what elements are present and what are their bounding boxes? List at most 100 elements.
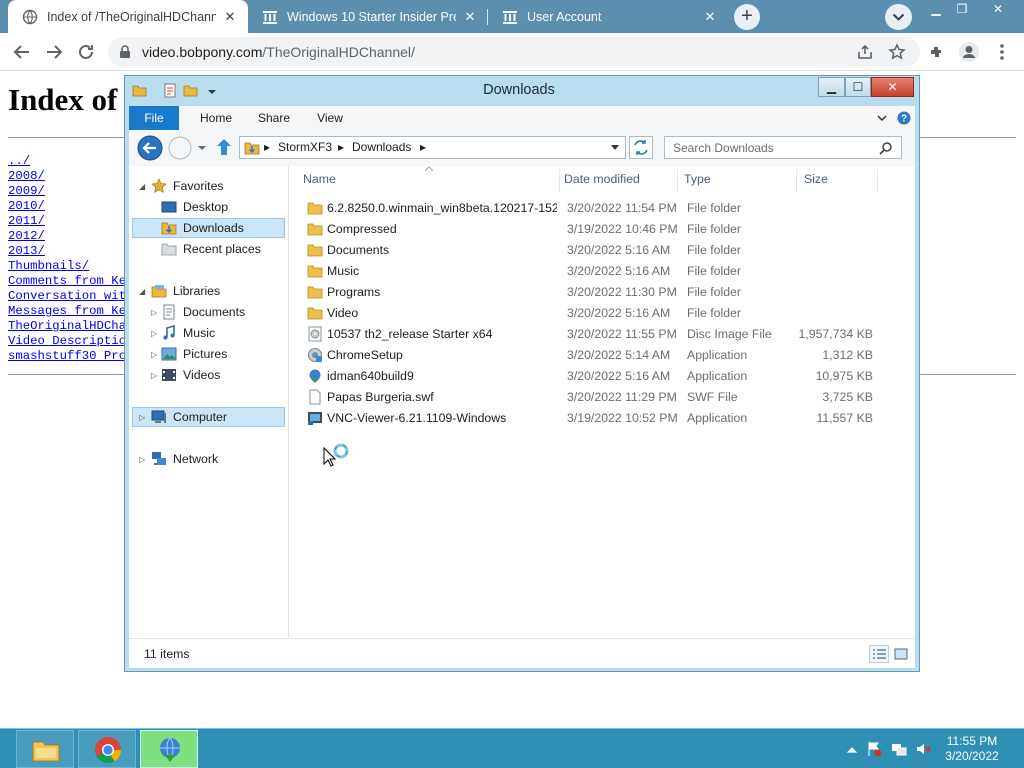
window-close-button[interactable]: ✕: [985, 2, 1011, 18]
tab-view[interactable]: View: [305, 106, 355, 130]
profile-avatar-icon[interactable]: [958, 41, 980, 63]
network-status-icon[interactable]: [891, 741, 907, 757]
file-row[interactable]: Programs 3/20/2022 11:30 PM File folder: [303, 282, 883, 303]
restore-button[interactable]: ❐: [949, 2, 975, 18]
nav-libraries[interactable]: Libraries: [151, 281, 220, 301]
nav-documents[interactable]: Documents: [161, 302, 245, 322]
directory-link[interactable]: 2012/: [8, 229, 133, 244]
tab-index-of[interactable]: Index of /TheOriginalHDChannel ✕: [8, 0, 248, 33]
taskbar-download-manager[interactable]: [140, 730, 198, 768]
up-arrow-icon[interactable]: [215, 137, 233, 157]
directory-link[interactable]: TheOriginalHDChan: [8, 319, 133, 334]
nav-videos[interactable]: Videos: [161, 365, 220, 385]
nav-recent-places[interactable]: Recent places: [161, 239, 261, 259]
reload-icon[interactable]: [75, 41, 97, 63]
taskbar-clock[interactable]: 11:55 PM 3/20/2022: [930, 734, 1014, 764]
show-hidden-icons-icon[interactable]: [844, 742, 860, 758]
file-row[interactable]: Papas Burgeria.swf 3/20/2022 11:29 PM SWF …: [303, 387, 883, 408]
action-center-flag-icon[interactable]: [866, 741, 882, 757]
breadcrumb-stormxf3[interactable]: StormXF3: [278, 140, 332, 154]
close-icon[interactable]: ✕: [222, 9, 238, 25]
directory-link[interactable]: 2013/: [8, 244, 133, 259]
column-header-name[interactable]: Name: [303, 172, 336, 186]
recent-locations-icon[interactable]: [197, 143, 207, 153]
directory-link[interactable]: 2011/: [8, 214, 133, 229]
tab-windows-10-starter[interactable]: Windows 10 Starter Insider Previ ✕: [248, 0, 488, 33]
file-row[interactable]: Documents 3/20/2022 5:16 AM File folder: [303, 240, 883, 261]
forward-button-icon[interactable]: [167, 135, 193, 161]
tab-share[interactable]: Share: [249, 106, 299, 130]
nav-music[interactable]: Music: [161, 323, 215, 343]
volume-muted-icon[interactable]: [915, 741, 931, 757]
collapse-arrow-icon[interactable]: ▷: [151, 350, 161, 360]
nav-network[interactable]: Network: [151, 449, 218, 469]
collapse-arrow-icon[interactable]: ▷: [151, 371, 161, 381]
taskbar-file-explorer[interactable]: [16, 730, 74, 768]
file-row[interactable]: Video 3/20/2022 5:16 AM File folder: [303, 303, 883, 324]
column-divider[interactable]: [796, 169, 797, 193]
directory-link[interactable]: ../: [8, 154, 133, 169]
close-icon[interactable]: ✕: [702, 9, 718, 25]
bookmark-star-icon[interactable]: [888, 43, 906, 61]
collapse-arrow-icon[interactable]: ▷: [139, 413, 149, 423]
nav-desktop[interactable]: Desktop: [161, 197, 228, 217]
chevron-down-icon[interactable]: [610, 144, 620, 152]
close-icon[interactable]: ✕: [462, 9, 478, 25]
new-tab-button[interactable]: +: [734, 4, 760, 30]
column-header-type[interactable]: Type: [684, 172, 711, 186]
help-icon[interactable]: ?: [897, 111, 911, 125]
nav-downloads[interactable]: Downloads: [132, 218, 285, 238]
directory-link[interactable]: Messages from Ke: [8, 304, 133, 319]
chevron-right-icon[interactable]: ▸: [420, 140, 426, 154]
column-header-date[interactable]: Date modified: [564, 172, 640, 186]
directory-link[interactable]: smashstuff30 Prot: [8, 349, 133, 364]
tab-user-account[interactable]: User Account ✕: [488, 0, 728, 33]
back-arrow-icon[interactable]: [11, 41, 33, 63]
minimize-button[interactable]: ▁: [818, 77, 845, 97]
file-row[interactable]: idman640build9 3/20/2022 5:16 AM Applicati…: [303, 366, 883, 387]
maximize-button[interactable]: ☐: [845, 77, 871, 97]
nav-computer[interactable]: Computer: [132, 407, 285, 427]
directory-link[interactable]: Comments from Ke: [8, 274, 133, 289]
collapse-arrow-icon[interactable]: ▷: [139, 455, 149, 465]
details-view-button[interactable]: [869, 645, 889, 663]
refresh-icon[interactable]: [629, 136, 653, 159]
column-divider[interactable]: [559, 169, 560, 193]
chevron-down-icon[interactable]: [875, 111, 889, 125]
tab-home[interactable]: Home: [191, 106, 241, 130]
file-row[interactable]: 10537 th2_release Starter x64 3/20/2022 1…: [303, 324, 883, 345]
directory-link[interactable]: Conversation with: [8, 289, 133, 304]
lock-icon[interactable]: [118, 45, 132, 59]
directory-link[interactable]: Thumbnails/: [8, 259, 133, 274]
close-button[interactable]: ✕: [871, 77, 914, 97]
search-icon[interactable]: [879, 141, 893, 155]
file-row[interactable]: ChromeSetup 3/20/2022 5:14 AM Application 1…: [303, 345, 883, 366]
large-icons-view-button[interactable]: [891, 645, 911, 663]
collapse-arrow-icon[interactable]: ▷: [151, 329, 161, 339]
directory-link[interactable]: 2009/: [8, 184, 133, 199]
address-bar[interactable]: video.bobpony.com/TheOriginalHDChannel/: [108, 37, 920, 67]
tab-search-button[interactable]: [885, 4, 912, 30]
file-row[interactable]: 6.2.8250.0.winmain_win8beta.120217-152..…: [303, 198, 883, 219]
column-divider[interactable]: [877, 169, 878, 193]
file-row[interactable]: Compressed 3/19/2022 10:46 PM File folder: [303, 219, 883, 240]
nav-pictures[interactable]: Pictures: [161, 344, 227, 364]
directory-link[interactable]: Video Descriptio: [8, 334, 133, 349]
column-divider[interactable]: [677, 169, 678, 193]
directory-link[interactable]: 2010/: [8, 199, 133, 214]
expand-arrow-icon[interactable]: ◢: [139, 287, 149, 297]
chevron-right-icon[interactable]: ▸: [338, 140, 344, 154]
share-icon[interactable]: [856, 43, 874, 61]
search-input[interactable]: Search Downloads: [664, 136, 902, 159]
chevron-right-icon[interactable]: ▸: [264, 140, 270, 154]
file-row[interactable]: VNC-Viewer-6.21.1109-Windows 3/19/2022 10…: [303, 408, 883, 429]
tab-file[interactable]: File: [129, 106, 179, 130]
column-header-size[interactable]: Size: [804, 172, 828, 186]
breadcrumb-downloads[interactable]: Downloads: [352, 140, 411, 154]
nav-favorites[interactable]: Favorites: [151, 176, 224, 196]
url-text[interactable]: video.bobpony.com/TheOriginalHDChannel/: [142, 44, 415, 60]
collapse-arrow-icon[interactable]: ▷: [151, 308, 161, 318]
explorer-titlebar[interactable]: Downloads ▁ ☐ ✕: [125, 76, 919, 106]
back-button-icon[interactable]: [137, 135, 163, 161]
expand-arrow-icon[interactable]: ◢: [139, 182, 149, 192]
